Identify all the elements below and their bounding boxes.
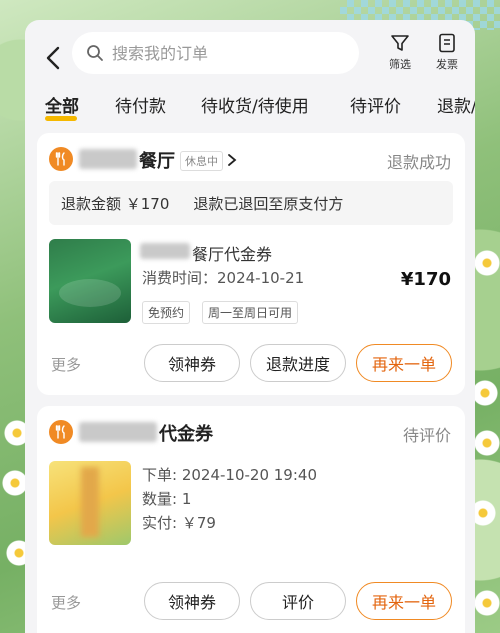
refund-progress-button[interactable]: 退款进度 [250, 344, 346, 382]
refund-amount: 退款金额 ￥170 [61, 194, 170, 213]
tab-all[interactable]: 全部 [45, 92, 79, 117]
flower-decoration [474, 250, 500, 276]
paid-amount: 实付: ￥79 [142, 514, 216, 532]
order-status: 退款成功 [386, 153, 451, 172]
order-card[interactable]: 代金券 待评价 下单: 2024-10-20 19:40 数量: 1 实付: ￥… [37, 406, 465, 633]
shop-name[interactable]: 餐厅 [139, 147, 175, 173]
shop-status-badge: 休息中 [180, 151, 223, 171]
restaurant-icon [49, 147, 73, 171]
chevron-left-icon [46, 46, 60, 70]
shop-name[interactable]: 代金券 [159, 420, 213, 446]
more-link[interactable]: 更多 [51, 592, 81, 613]
order-tabs: 全部 待付款 待收货/待使用 待评价 退款/ [25, 90, 475, 124]
tab-pending-receipt[interactable]: 待收货/待使用 [201, 92, 309, 117]
orders-page: 筛选 发票 全部 待付款 待收货/待使用 待评价 退款/ 餐厅 休息中 退款成功… [25, 20, 475, 633]
restaurant-icon [49, 420, 73, 444]
search-icon [87, 45, 103, 61]
refund-info: 退款金额 ￥170 退款已退回至原支付方 [49, 181, 453, 225]
search-input[interactable] [112, 43, 332, 63]
flower-decoration [474, 430, 500, 456]
order-status: 待评价 [402, 426, 451, 445]
get-coupon-button[interactable]: 领神券 [144, 344, 240, 382]
top-bar: 筛选 发票 [25, 30, 475, 86]
tag-no-reservation: 免预约 [142, 301, 191, 324]
refund-note: 退款已退回至原支付方 [193, 194, 344, 213]
invoice-icon [439, 33, 455, 53]
chevron-right-icon[interactable] [227, 153, 237, 167]
product-thumbnail[interactable] [49, 239, 131, 323]
invoice-button[interactable]: 发票 [427, 32, 467, 72]
tab-pending-review[interactable]: 待评价 [350, 92, 401, 117]
search-bar[interactable] [72, 32, 359, 74]
flower-decoration [472, 380, 498, 406]
filter-button[interactable]: 筛选 [380, 32, 420, 72]
get-coupon-button[interactable]: 领神券 [144, 582, 240, 620]
quantity: 数量: 1 [142, 490, 192, 508]
active-tab-indicator [45, 116, 77, 121]
order-card[interactable]: 餐厅 休息中 退款成功 退款金额 ￥170 退款已退回至原支付方 餐厅代金券 消… [37, 133, 465, 395]
filter-icon [391, 35, 409, 51]
consume-time: 消费时间：2024-10-21 [142, 269, 305, 287]
blurred-item-name [140, 243, 190, 259]
reorder-button[interactable]: 再来一单 [356, 344, 452, 382]
invoice-label: 发票 [436, 58, 458, 71]
blurred-shop-name [79, 149, 137, 169]
flower-decoration [474, 590, 500, 616]
blurred-shop-name [79, 422, 157, 442]
reorder-button[interactable]: 再来一单 [356, 582, 452, 620]
item-price: ¥170 [400, 269, 451, 290]
tag-availability: 周一至周日可用 [202, 301, 299, 324]
more-link[interactable]: 更多 [51, 354, 81, 375]
tab-refund[interactable]: 退款/ [437, 92, 475, 117]
product-thumbnail[interactable] [49, 461, 131, 545]
filter-label: 筛选 [389, 58, 411, 71]
back-button[interactable] [39, 40, 67, 76]
review-button[interactable]: 评价 [250, 582, 346, 620]
order-time: 下单: 2024-10-20 19:40 [142, 466, 317, 484]
item-title: 餐厅代金券 [192, 245, 273, 264]
tab-pending-payment[interactable]: 待付款 [115, 92, 166, 117]
